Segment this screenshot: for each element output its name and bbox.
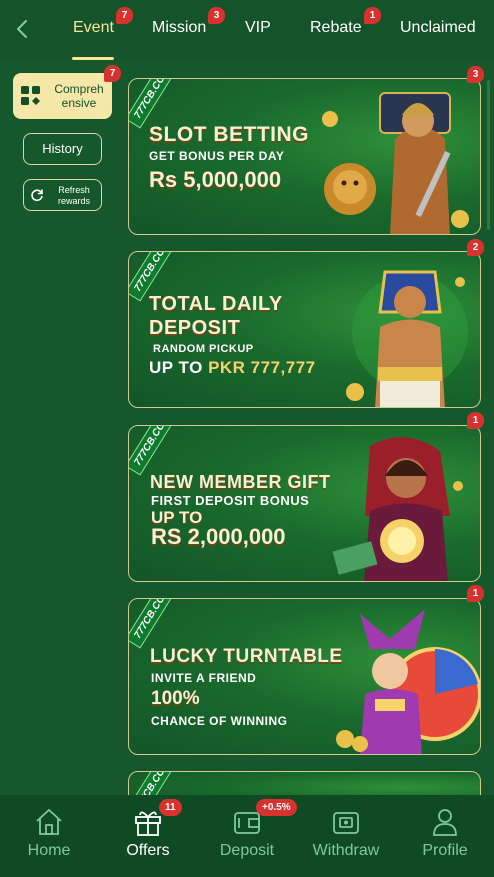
history-button[interactable]: History bbox=[23, 133, 102, 165]
nav-deposit[interactable]: Deposit +0.5% bbox=[198, 795, 297, 877]
promo-subtitle: FIRST DEPOSIT BONUS bbox=[151, 493, 310, 508]
home-icon bbox=[36, 808, 62, 835]
nav-offers-label: Offers bbox=[126, 842, 170, 859]
promo-amount: RS 2,000,000 bbox=[151, 524, 286, 549]
jester-wheel-art bbox=[336, 609, 480, 754]
promo-card-badge: 3 bbox=[467, 66, 484, 83]
promo-amount: UP TO PKR 777,777 bbox=[149, 358, 316, 378]
gladiator-lion-art bbox=[322, 92, 469, 234]
promo-card-new-member[interactable]: 777CB.COM NEW MEMBER GIFT FIRST DEPOSIT … bbox=[128, 425, 481, 582]
back-arrow-icon[interactable] bbox=[10, 16, 36, 42]
promo-title: LUCKY TURNTABLE bbox=[150, 646, 343, 667]
user-icon bbox=[433, 809, 457, 836]
offers-badge: 11 bbox=[159, 799, 182, 816]
tab-mission[interactable]: Mission bbox=[152, 19, 206, 37]
active-tab-indicator bbox=[72, 57, 114, 60]
nav-withdraw-label: Withdraw bbox=[312, 842, 380, 859]
tab-mission-badge: 3 bbox=[208, 7, 225, 24]
promo-card-slot-betting[interactable]: 777CB.COM SLOT BETTING GET BONUS PER DAY… bbox=[128, 78, 481, 235]
scrollbar[interactable] bbox=[487, 80, 490, 230]
comprehensive-label: Compreh ensive bbox=[54, 82, 104, 110]
tab-rebate-badge: 1 bbox=[364, 7, 381, 24]
promo-detail: CHANCE OF WINNING bbox=[151, 714, 288, 728]
promo-amount-prefix: UP TO bbox=[149, 358, 209, 377]
promo-title: SLOT BETTING bbox=[149, 123, 309, 146]
deposit-bonus-badge: +0.5% bbox=[256, 799, 297, 816]
promo-amount-value: PKR 777,777 bbox=[208, 358, 316, 377]
tab-unclaimed[interactable]: Unclaimed bbox=[400, 19, 476, 37]
top-tab-bar: Event 7 Mission 3 VIP Rebate 1 Unclaimed bbox=[0, 0, 494, 60]
nav-withdraw[interactable]: Withdraw bbox=[297, 795, 395, 877]
promo-amount: Rs 5,000,000 bbox=[149, 167, 282, 192]
tab-event-badge: 7 bbox=[116, 7, 133, 24]
nav-profile[interactable]: Profile bbox=[396, 795, 494, 877]
refresh-rewards-label: Refresh rewards bbox=[57, 185, 90, 206]
pharaoh-art bbox=[346, 270, 468, 407]
comprehensive-category-button[interactable]: Compreh ensive bbox=[13, 73, 112, 119]
promo-subtitle: INVITE A FRIEND bbox=[151, 671, 257, 685]
promo-card-badge: 1 bbox=[467, 412, 484, 429]
tab-rebate[interactable]: Rebate bbox=[310, 19, 362, 37]
promo-card-lucky-turntable[interactable]: 777CB.COM LUCKY TURNTABLE INVITE A FRIEN… bbox=[128, 598, 481, 755]
promo-subtitle: RANDOM PICKUP bbox=[153, 343, 254, 355]
nav-home[interactable]: Home bbox=[0, 795, 98, 877]
brand-logo-tag: 777CB.COM bbox=[129, 599, 179, 649]
gift-icon bbox=[135, 811, 161, 836]
promo-title: TOTAL DAILY bbox=[149, 293, 283, 315]
comprehensive-badge: 7 bbox=[104, 65, 121, 82]
nav-offers[interactable]: Offers 11 bbox=[99, 795, 197, 877]
ticket-icon bbox=[333, 812, 359, 834]
nav-profile-label: Profile bbox=[422, 842, 468, 859]
nav-deposit-label: Deposit bbox=[219, 842, 275, 859]
tab-vip[interactable]: VIP bbox=[245, 19, 271, 37]
refresh-icon bbox=[31, 189, 43, 202]
promo-percent: 100% bbox=[151, 688, 200, 709]
category-grid-icon bbox=[21, 86, 40, 105]
brand-logo-tag: 777CB.COM bbox=[129, 79, 179, 129]
promo-card-badge: 1 bbox=[467, 585, 484, 602]
promo-title: NEW MEMBER GIFT bbox=[150, 472, 331, 492]
brand-logo-tag: 777CB.COM bbox=[129, 426, 179, 476]
nav-home-label: Home bbox=[27, 842, 71, 859]
promo-subtitle: GET BONUS PER DAY bbox=[149, 149, 285, 163]
tab-event[interactable]: Event bbox=[73, 19, 114, 37]
refresh-rewards-button[interactable]: Refresh rewards bbox=[23, 179, 102, 211]
promo-card-badge: 2 bbox=[467, 239, 484, 256]
promo-card-daily-deposit[interactable]: 777CB.COM TOTAL DAILY DEPOSIT RANDOM PIC… bbox=[128, 251, 481, 408]
fortune-teller-art bbox=[332, 437, 463, 581]
promo-title-line2: DEPOSIT bbox=[149, 317, 241, 339]
bottom-navigation: Home Offers 11 Deposit +0.5% Withdraw Pr… bbox=[0, 795, 494, 877]
